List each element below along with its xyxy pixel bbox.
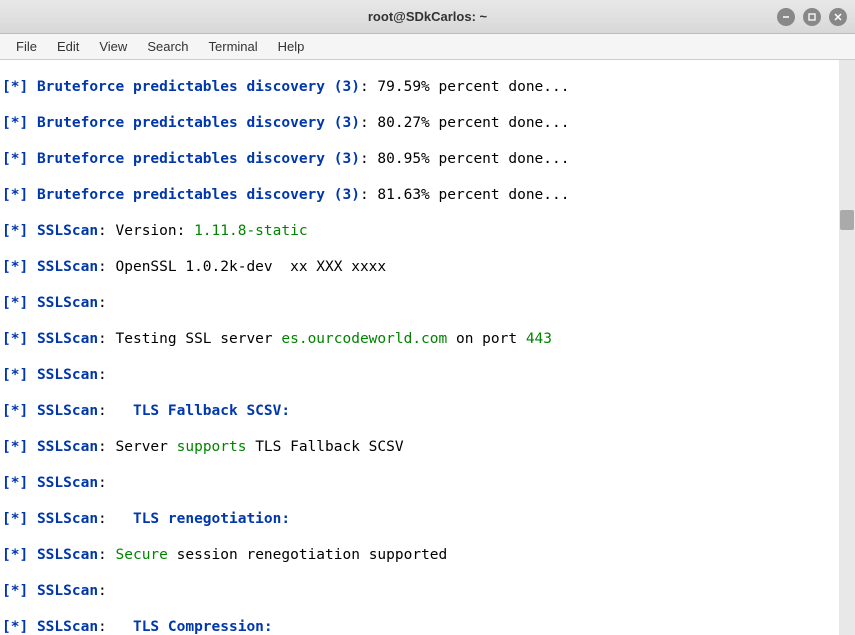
menu-terminal[interactable]: Terminal — [199, 37, 268, 56]
output-line: [*] SSLScan: Testing SSL server es.ourco… — [2, 330, 837, 348]
window-titlebar: root@SDkCarlos: ~ — [0, 0, 855, 34]
output-line: [*] Bruteforce predictables discovery (3… — [2, 186, 837, 204]
output-line: [*] SSLScan: Server supports TLS Fallbac… — [2, 438, 837, 456]
maximize-button[interactable] — [803, 8, 821, 26]
menu-edit[interactable]: Edit — [47, 37, 89, 56]
menu-view[interactable]: View — [89, 37, 137, 56]
output-line: [*] Bruteforce predictables discovery (3… — [2, 78, 837, 96]
scrollbar[interactable] — [839, 60, 855, 635]
output-line: [*] SSLScan: — [2, 294, 837, 312]
output-line: [*] SSLScan: — [2, 474, 837, 492]
output-line: [*] Bruteforce predictables discovery (3… — [2, 150, 837, 168]
menubar: File Edit View Search Terminal Help — [0, 34, 855, 60]
menu-search[interactable]: Search — [137, 37, 198, 56]
output-line: [*] SSLScan: Secure session renegotiatio… — [2, 546, 837, 564]
terminal-output[interactable]: [*] Bruteforce predictables discovery (3… — [0, 60, 839, 635]
minimize-button[interactable] — [777, 8, 795, 26]
output-line: [*] SSLScan: TLS renegotiation: — [2, 510, 837, 528]
output-line: [*] SSLScan: TLS Fallback SCSV: — [2, 402, 837, 420]
output-line: [*] SSLScan: OpenSSL 1.0.2k-dev xx XXX x… — [2, 258, 837, 276]
terminal-wrap: [*] Bruteforce predictables discovery (3… — [0, 60, 855, 635]
output-line: [*] SSLScan: — [2, 366, 837, 384]
output-line: [*] Bruteforce predictables discovery (3… — [2, 114, 837, 132]
window-title: root@SDkCarlos: ~ — [368, 9, 487, 24]
output-line: [*] SSLScan: TLS Compression: — [2, 618, 837, 635]
menu-file[interactable]: File — [6, 37, 47, 56]
output-line: [*] SSLScan: Version: 1.11.8-static — [2, 222, 837, 240]
close-button[interactable] — [829, 8, 847, 26]
menu-help[interactable]: Help — [268, 37, 315, 56]
output-line: [*] SSLScan: — [2, 582, 837, 600]
window-controls — [777, 8, 847, 26]
scrollbar-thumb[interactable] — [840, 210, 854, 230]
